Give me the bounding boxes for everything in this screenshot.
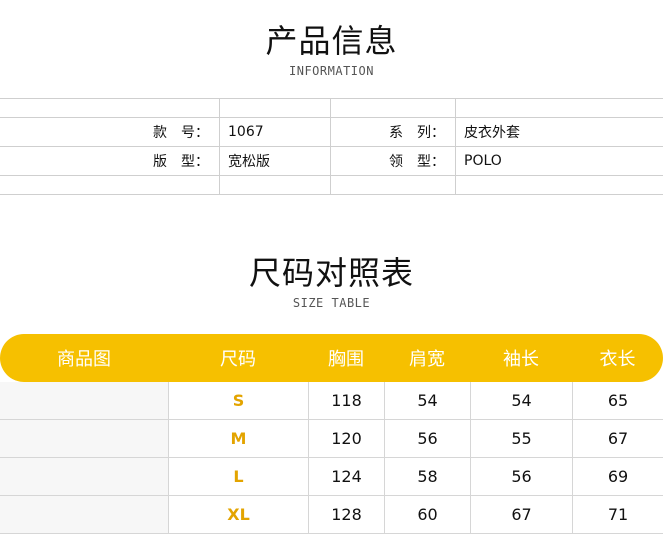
product-image-cell [0,420,168,457]
header-product-image: 商品图 [57,349,111,370]
size-cell: L [168,458,308,495]
table-row: L 124 58 56 69 [0,458,663,496]
info-title: 产品信息 [265,22,398,60]
size-cell: XL [168,496,308,533]
header-shoulder: 肩宽 [409,349,445,370]
sleeve-cell: 55 [470,420,572,457]
product-image-cell [0,458,168,495]
chest-cell: 120 [308,420,384,457]
length-cell: 65 [572,382,663,419]
collar-value: POLO [464,153,502,169]
sleeve-cell: 67 [470,496,572,533]
table-row: XL 128 60 67 71 [0,496,663,534]
size-table-header: 商品图 尺码 胸围 肩宽 袖长 衣长 [0,334,663,382]
shoulder-cell: 54 [384,382,470,419]
chest-cell: 124 [308,458,384,495]
length-cell: 69 [572,458,663,495]
chest-cell: 128 [308,496,384,533]
series-value: 皮衣外套 [464,125,520,141]
info-row-spacer [0,98,663,117]
info-row: 款 号： 1067 系 列： 皮衣外套 [0,117,663,146]
shoulder-cell: 56 [384,420,470,457]
sleeve-cell: 56 [470,458,572,495]
sleeve-cell: 54 [470,382,572,419]
header-length: 衣长 [599,349,636,370]
product-image-cell [0,382,168,419]
style-number-label: 款 号： [153,125,209,141]
info-subtitle: INFORMATION [289,64,374,78]
length-cell: 71 [572,496,663,533]
size-table: 商品图 尺码 胸围 肩宽 袖长 衣长 S 118 54 54 65 M 120 … [0,334,663,534]
header-chest: 胸围 [328,349,364,370]
product-info-grid: 款 号： 1067 系 列： 皮衣外套 版 型： 宽松版 领 型： POLO [0,98,663,195]
size-table-subtitle: SIZE TABLE [292,296,371,310]
length-cell: 67 [572,420,663,457]
size-table-body: S 118 54 54 65 M 120 56 55 67 L 124 58 5… [0,382,663,534]
info-row: 版 型： 宽松版 领 型： POLO [0,146,663,175]
shoulder-cell: 58 [384,458,470,495]
table-row: S 118 54 54 65 [0,382,663,420]
table-row: M 120 56 55 67 [0,420,663,458]
shoulder-cell: 60 [384,496,470,533]
header-size: 尺码 [220,349,256,370]
size-cell: S [168,382,308,419]
product-image-cell [0,496,168,533]
collar-label: 领 型： [389,154,445,170]
chest-cell: 118 [308,382,384,419]
fit-value: 宽松版 [228,154,270,170]
style-number-value: 1067 [228,124,264,140]
series-label: 系 列： [389,125,445,141]
size-cell: M [168,420,308,457]
size-table-title: 尺码对照表 [248,254,414,292]
fit-label: 版 型： [153,154,209,170]
info-row-spacer [0,175,663,195]
header-sleeve: 袖长 [503,349,539,370]
